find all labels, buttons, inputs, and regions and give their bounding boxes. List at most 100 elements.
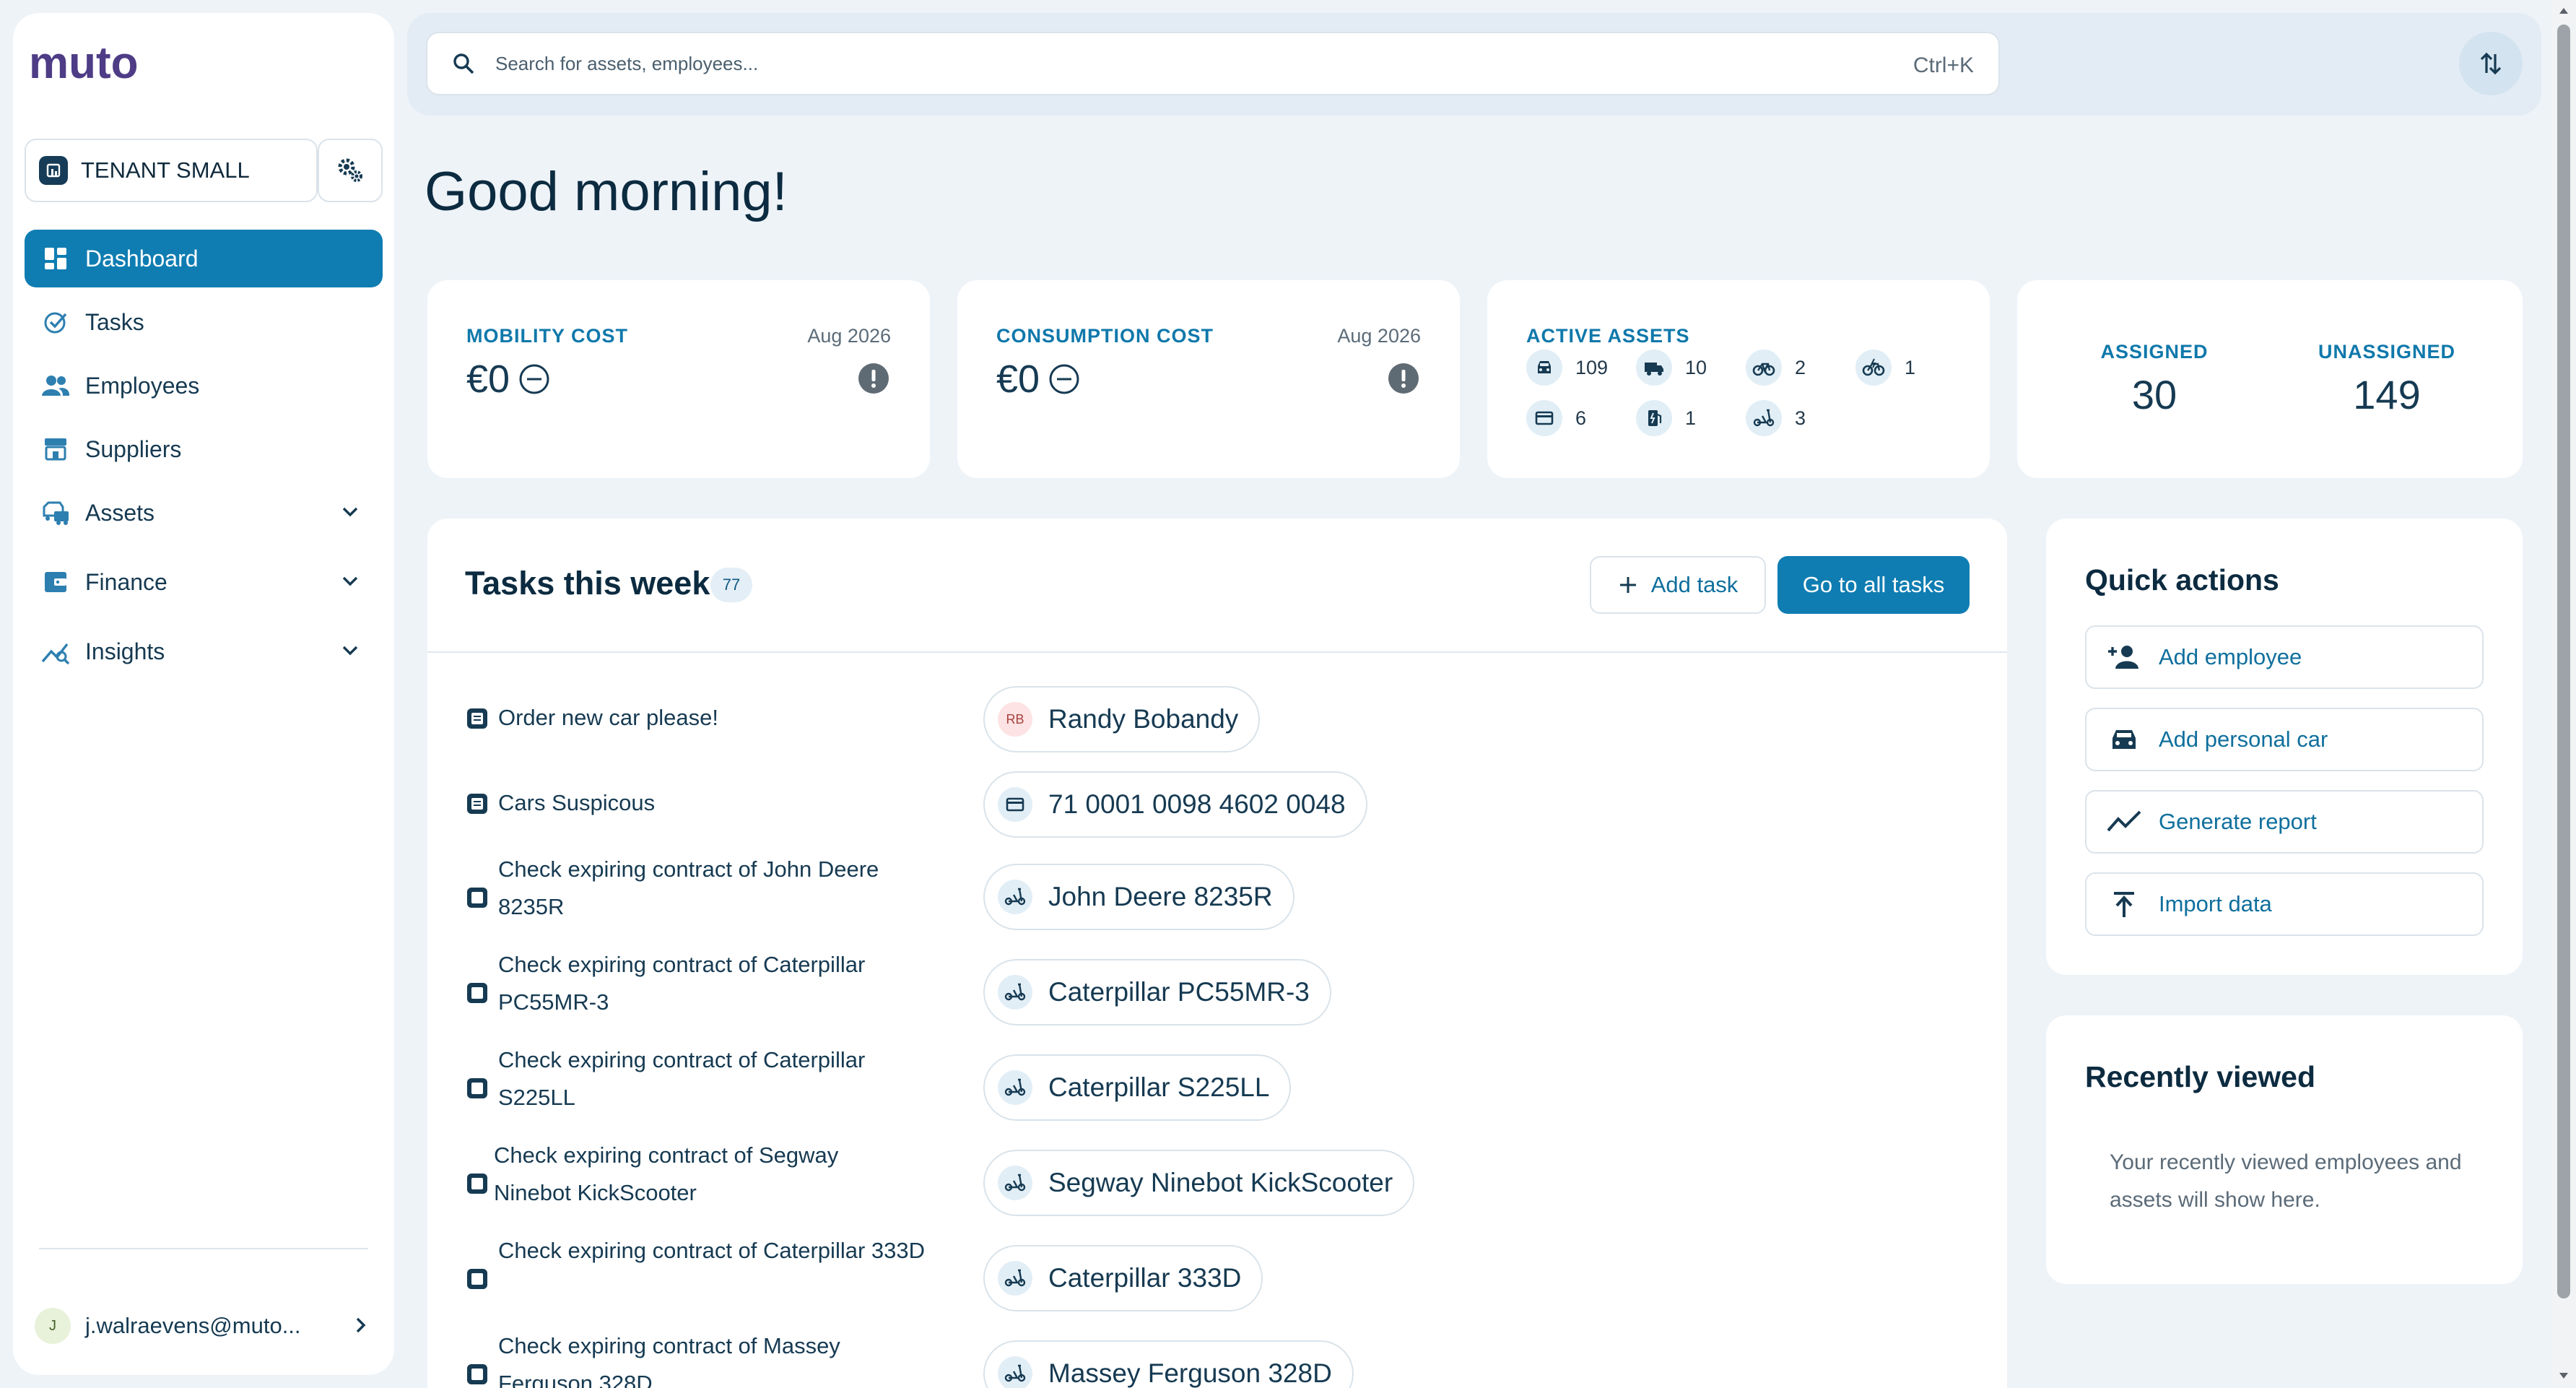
user-email: j.walraevens@muto... — [85, 1313, 301, 1338]
chip-label: Segway Ninebot KickScooter — [1048, 1168, 1393, 1197]
nav-item-suppliers[interactable]: Suppliers — [25, 420, 383, 478]
search-bar[interactable]: Ctrl+K — [426, 32, 2000, 95]
asset-count-ebikes[interactable]: 1 — [1855, 350, 1915, 386]
import-data-button[interactable]: Import data — [2085, 872, 2484, 936]
nav-item-dashboard[interactable]: Dashboard — [25, 230, 383, 287]
unassigned-caption: UNASSIGNED — [2318, 341, 2456, 363]
nav-item-assets[interactable]: Assets — [25, 484, 383, 542]
add-employee-label: Add employee — [2159, 644, 2302, 669]
scooter-icon — [998, 1356, 1032, 1388]
asset-count-charging-stations[interactable]: 1 — [1636, 400, 1696, 436]
mobility-cost-card[interactable]: MOBILITY COST Aug 2026 €0 — [427, 280, 930, 478]
asset-count: 6 — [1575, 407, 1587, 429]
scooter-icon — [1746, 400, 1782, 436]
asset-count: 3 — [1795, 407, 1806, 429]
sort-button[interactable] — [2459, 32, 2523, 95]
alert-icon[interactable] — [1388, 363, 1419, 394]
mobility-cost-value: €0 — [466, 357, 510, 401]
task-text: Order new car please! — [498, 705, 718, 730]
nav-item-employees[interactable]: Employees — [25, 357, 383, 415]
scroll-down-arrow-icon[interactable] — [2557, 1369, 2570, 1382]
nav-item-insights[interactable]: Insights — [25, 623, 383, 680]
nav-label-insights: Insights — [85, 638, 165, 664]
main-nav: Dashboard Tasks Employees Suppliers Asse… — [25, 230, 383, 680]
task-text: Check expiring contract of Massey Fergus… — [498, 1333, 840, 1388]
person-add-icon — [2105, 638, 2143, 676]
mobility-cost-caption: MOBILITY COST — [466, 325, 629, 347]
task-asset-chip[interactable]: Segway Ninebot KickScooter — [983, 1150, 1415, 1216]
task-checkbox-icon[interactable] — [465, 1267, 489, 1291]
dashboard-icon — [40, 243, 71, 274]
nav-label-suppliers: Suppliers — [85, 435, 182, 462]
asset-count-scooters[interactable]: 3 — [1746, 400, 1806, 436]
building-icon — [39, 156, 68, 185]
asset-count-bicycles[interactable]: 2 — [1746, 350, 1806, 386]
asset-count-fuel-cards[interactable]: 6 — [1526, 400, 1586, 436]
tenant-selector[interactable]: TENANT SMALL — [25, 139, 318, 202]
active-assets-card[interactable]: ACTIVE ASSETS 109 10 2 1 6 1 3 — [1487, 280, 1990, 478]
chip-label: Randy Bobandy — [1048, 704, 1239, 734]
sidebar: muto TENANT SMALL Dashboard Tasks Employ… — [13, 13, 394, 1375]
nav-label-employees: Employees — [85, 372, 200, 399]
task-checkbox-icon[interactable] — [465, 706, 489, 731]
task-asset-chip[interactable]: Caterpillar PC55MR-3 — [983, 959, 1331, 1025]
avatar: J — [35, 1308, 71, 1344]
mobility-cost-date: Aug 2026 — [807, 325, 891, 347]
nav-item-finance[interactable]: Finance — [25, 553, 383, 611]
task-checkbox-icon[interactable] — [465, 1362, 489, 1387]
chevron-down-icon[interactable] — [338, 638, 362, 663]
quick-actions-panel: Quick actions Add employee Add personal … — [2046, 519, 2523, 975]
nav-item-tasks[interactable]: Tasks — [25, 293, 383, 351]
muto-logo[interactable]: muto — [29, 42, 173, 88]
upload-icon — [2105, 885, 2143, 923]
scrollbar-thumb[interactable] — [2557, 25, 2570, 1298]
fuel-card-icon — [1526, 400, 1562, 436]
assignment-card[interactable]: ASSIGNED 30 UNASSIGNED 149 — [2017, 280, 2523, 478]
task-asset-chip[interactable]: Caterpillar S225LL — [983, 1054, 1292, 1121]
task-checkbox-icon[interactable] — [465, 791, 489, 816]
alert-icon[interactable] — [858, 363, 889, 394]
asset-count: 10 — [1685, 356, 1707, 378]
generate-report-button[interactable]: Generate report — [2085, 790, 2484, 854]
minus-circle-icon — [1048, 363, 1080, 395]
go-to-all-tasks-button[interactable]: Go to all tasks — [1777, 556, 1970, 614]
task-asset-chip[interactable]: John Deere 8235R — [983, 864, 1294, 930]
add-employee-button[interactable]: Add employee — [2085, 625, 2484, 689]
asset-count-trucks[interactable]: 10 — [1636, 350, 1707, 386]
page-scrollbar[interactable] — [2551, 0, 2576, 1388]
task-checkbox-icon[interactable] — [465, 885, 489, 910]
asset-count: 1 — [1905, 356, 1916, 378]
chip-label: Massey Ferguson 328D — [1048, 1358, 1332, 1388]
task-assignee-chip[interactable]: RB Randy Bobandy — [983, 686, 1261, 752]
chip-label: John Deere 8235R — [1048, 882, 1273, 911]
task-checkbox-icon[interactable] — [465, 981, 489, 1005]
swap-vertical-icon — [2477, 50, 2505, 77]
tenant-settings-button[interactable] — [318, 139, 383, 202]
task-checkbox-icon[interactable] — [465, 1171, 489, 1196]
add-task-button[interactable]: Add task — [1590, 556, 1766, 614]
add-personal-car-button[interactable]: Add personal car — [2085, 708, 2484, 771]
scooter-icon — [998, 1166, 1032, 1200]
search-input[interactable] — [495, 52, 1795, 75]
asset-count-cars[interactable]: 109 — [1526, 350, 1608, 386]
consumption-cost-card[interactable]: CONSUMPTION COST Aug 2026 €0 — [957, 280, 1460, 478]
sidebar-divider — [39, 1248, 368, 1249]
chip-label: Caterpillar 333D — [1048, 1263, 1242, 1293]
chevron-down-icon[interactable] — [338, 569, 362, 594]
task-asset-chip[interactable]: Massey Ferguson 328D — [983, 1340, 1354, 1388]
task-text: Check expiring contract of Caterpillar S… — [498, 1047, 866, 1110]
consumption-cost-caption: CONSUMPTION COST — [996, 325, 1214, 347]
chevron-down-icon[interactable] — [338, 500, 362, 524]
people-icon — [40, 370, 71, 401]
task-checkbox-icon[interactable] — [465, 1076, 489, 1101]
task-asset-chip[interactable]: Caterpillar 333D — [983, 1245, 1263, 1311]
scooter-icon — [998, 1261, 1032, 1296]
task-asset-chip[interactable]: 71 0001 0098 4602 0048 — [983, 771, 1367, 838]
svg-text:muto: muto — [29, 42, 139, 88]
consumption-cost-date: Aug 2026 — [1337, 325, 1421, 347]
user-menu[interactable]: J j.walraevens@muto... — [35, 1304, 381, 1348]
consumption-cost-value: €0 — [996, 357, 1040, 401]
scroll-up-arrow-icon[interactable] — [2557, 4, 2570, 17]
vehicles-icon — [40, 498, 71, 528]
scooter-icon — [998, 880, 1032, 914]
